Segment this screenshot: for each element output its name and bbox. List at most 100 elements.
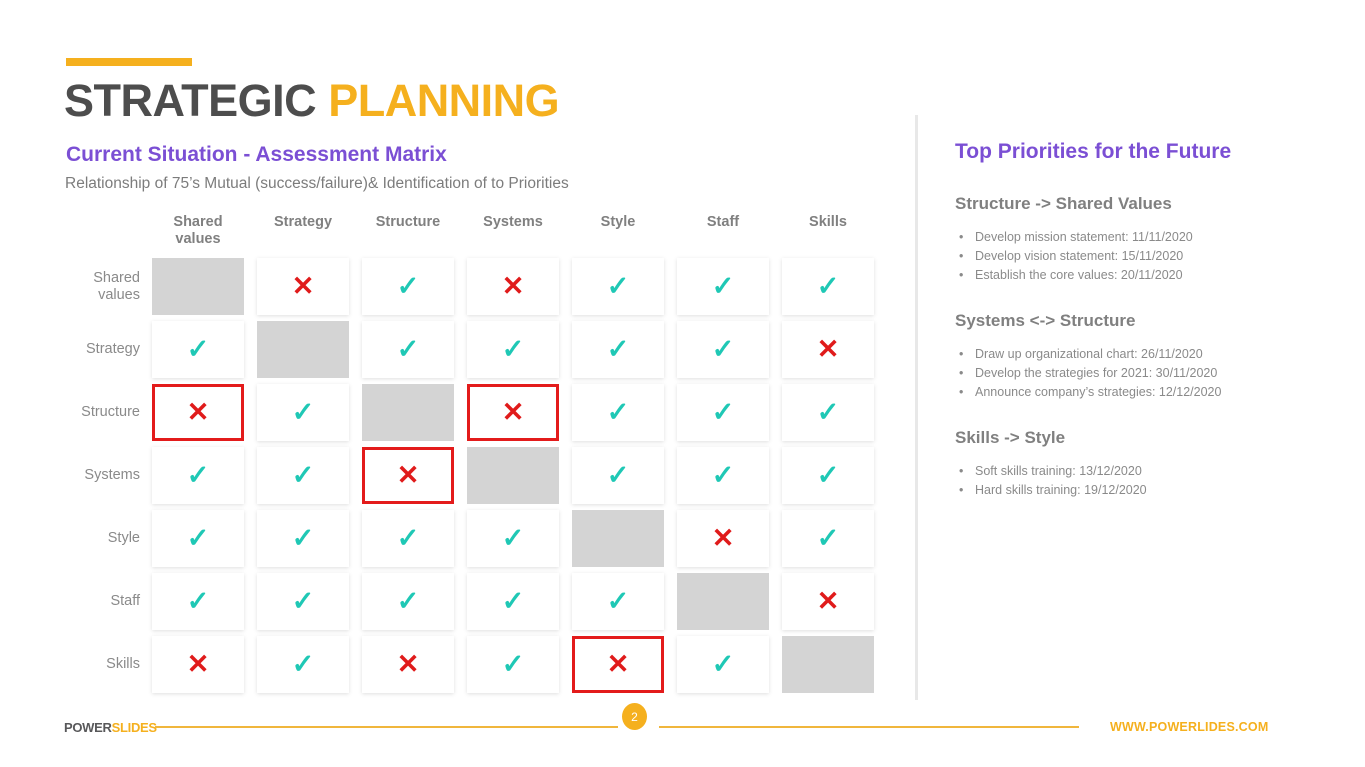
matrix-cell[interactable]: ✕ [782,321,874,378]
priority-group: Structure -> Shared Values Develop missio… [955,194,1325,285]
matrix-row: Style ✓ ✓ ✓ ✓ ✕ ✓ [64,510,874,567]
list-item: Develop mission statement: 11/11/2020 [955,228,1325,247]
matrix-cell[interactable]: ✓ [677,384,769,441]
matrix-cell[interactable]: ✓ [782,384,874,441]
matrix-cell[interactable]: ✓ [782,447,874,504]
matrix-cell[interactable]: ✓ [677,636,769,693]
matrix-cell[interactable]: ✓ [467,510,559,567]
matrix-cell[interactable]: ✓ [467,321,559,378]
check-icon: ✓ [816,271,840,301]
matrix-cell-highlighted[interactable]: ✕ [467,384,559,441]
matrix-cell[interactable]: ✓ [152,447,244,504]
check-icon: ✓ [606,271,630,301]
matrix-cell-blank[interactable] [782,636,874,693]
matrix-cell-highlighted[interactable]: ✕ [362,447,454,504]
list-item: Develop vision statement: 15/11/2020 [955,247,1325,266]
matrix-cell-highlighted[interactable]: ✕ [572,636,664,693]
matrix-cell[interactable]: ✕ [362,636,454,693]
cross-icon: ✕ [816,334,840,364]
check-icon: ✓ [291,460,315,490]
assessment-matrix: Shared values Strategy Structure Systems… [64,210,874,699]
matrix-cell[interactable]: ✓ [677,447,769,504]
matrix-column-headers: Shared values Strategy Structure Systems… [64,210,874,258]
matrix-cell-blank[interactable] [467,447,559,504]
check-icon: ✓ [711,271,735,301]
page-number-badge: 2 [622,703,647,730]
matrix-cell[interactable]: ✕ [782,573,874,630]
matrix-cell[interactable]: ✕ [152,636,244,693]
column-header-structure: Structure [375,214,441,230]
brand-name-part-one: POWER [64,719,112,735]
priorities-panel: Top Priorities for the Future Structure … [955,140,1325,526]
check-icon: ✓ [186,523,210,553]
check-icon: ✓ [501,523,525,553]
matrix-cell[interactable]: ✓ [152,510,244,567]
matrix-cell[interactable]: ✓ [572,447,664,504]
list-item: Develop the strategies for 2021: 30/11/2… [955,364,1325,383]
check-icon: ✓ [816,523,840,553]
matrix-cell[interactable]: ✓ [362,510,454,567]
check-icon: ✓ [291,397,315,427]
column-header-style: Style [600,214,636,230]
site-url-link[interactable]: WWW.POWERLIDES.COM [1110,720,1268,734]
cross-icon: ✕ [501,397,525,427]
cross-icon: ✕ [816,586,840,616]
matrix-cell[interactable]: ✓ [572,258,664,315]
matrix-row: Systems ✓ ✓ ✕ ✓ ✓ ✓ [64,447,874,504]
matrix-cell[interactable]: ✓ [467,573,559,630]
matrix-cell[interactable]: ✓ [572,573,664,630]
check-icon: ✓ [186,334,210,364]
matrix-cell-blank[interactable] [362,384,454,441]
matrix-cell[interactable]: ✓ [572,321,664,378]
matrix-cell[interactable]: ✓ [572,384,664,441]
priority-group: Skills -> Style Soft skills training: 13/… [955,428,1325,500]
matrix-cell[interactable]: ✕ [467,258,559,315]
matrix-cell[interactable]: ✓ [782,510,874,567]
check-icon: ✓ [186,460,210,490]
check-icon: ✓ [291,649,315,679]
matrix-row-label: Skills [106,656,140,672]
list-item: Hard skills training: 19/12/2020 [955,481,1325,500]
column-header-skills: Skills [809,214,847,230]
section-subtitle: Relationship of 75’s Mutual (success/fai… [65,175,569,192]
cross-icon: ✕ [186,397,210,427]
matrix-cell[interactable]: ✓ [362,258,454,315]
matrix-cell[interactable]: ✓ [152,321,244,378]
matrix-cell[interactable]: ✓ [677,321,769,378]
matrix-cell[interactable]: ✓ [467,636,559,693]
matrix-cell-blank[interactable] [152,258,244,315]
page-title: STRATEGIC PLANNING [64,74,560,128]
matrix-cell[interactable]: ✓ [152,573,244,630]
matrix-row-label: Style [107,530,140,546]
matrix-cell-highlighted[interactable]: ✕ [152,384,244,441]
page-title-part-one: STRATEGIC [64,75,317,126]
cross-icon: ✕ [606,649,630,679]
matrix-cell[interactable]: ✕ [257,258,349,315]
matrix-cell[interactable]: ✓ [257,510,349,567]
matrix-cell-blank[interactable] [677,573,769,630]
matrix-cell[interactable]: ✓ [257,573,349,630]
column-header-staff: Staff [706,214,740,230]
check-icon: ✓ [396,271,420,301]
matrix-cell-blank[interactable] [572,510,664,567]
matrix-cell[interactable]: ✕ [677,510,769,567]
matrix-row-label: Systems [84,467,140,483]
matrix-cell[interactable]: ✓ [362,321,454,378]
priority-group-heading: Skills -> Style [955,428,1066,447]
brand-logo: POWERSLIDES [64,720,157,735]
matrix-row: Skills ✕ ✓ ✕ ✓ ✕ ✓ [64,636,874,693]
check-icon: ✓ [816,397,840,427]
matrix-cell-blank[interactable] [257,321,349,378]
check-icon: ✓ [396,334,420,364]
cross-icon: ✕ [186,649,210,679]
title-accent-bar [66,58,192,66]
matrix-cell[interactable]: ✓ [257,447,349,504]
matrix-cell[interactable]: ✓ [362,573,454,630]
matrix-row: Strategy ✓ ✓ ✓ ✓ ✓ ✕ [64,321,874,378]
matrix-cell[interactable]: ✓ [782,258,874,315]
matrix-cell[interactable]: ✓ [257,384,349,441]
matrix-row-label: Shared values [93,269,140,303]
matrix-cell[interactable]: ✓ [677,258,769,315]
matrix-cell[interactable]: ✓ [257,636,349,693]
check-icon: ✓ [606,460,630,490]
